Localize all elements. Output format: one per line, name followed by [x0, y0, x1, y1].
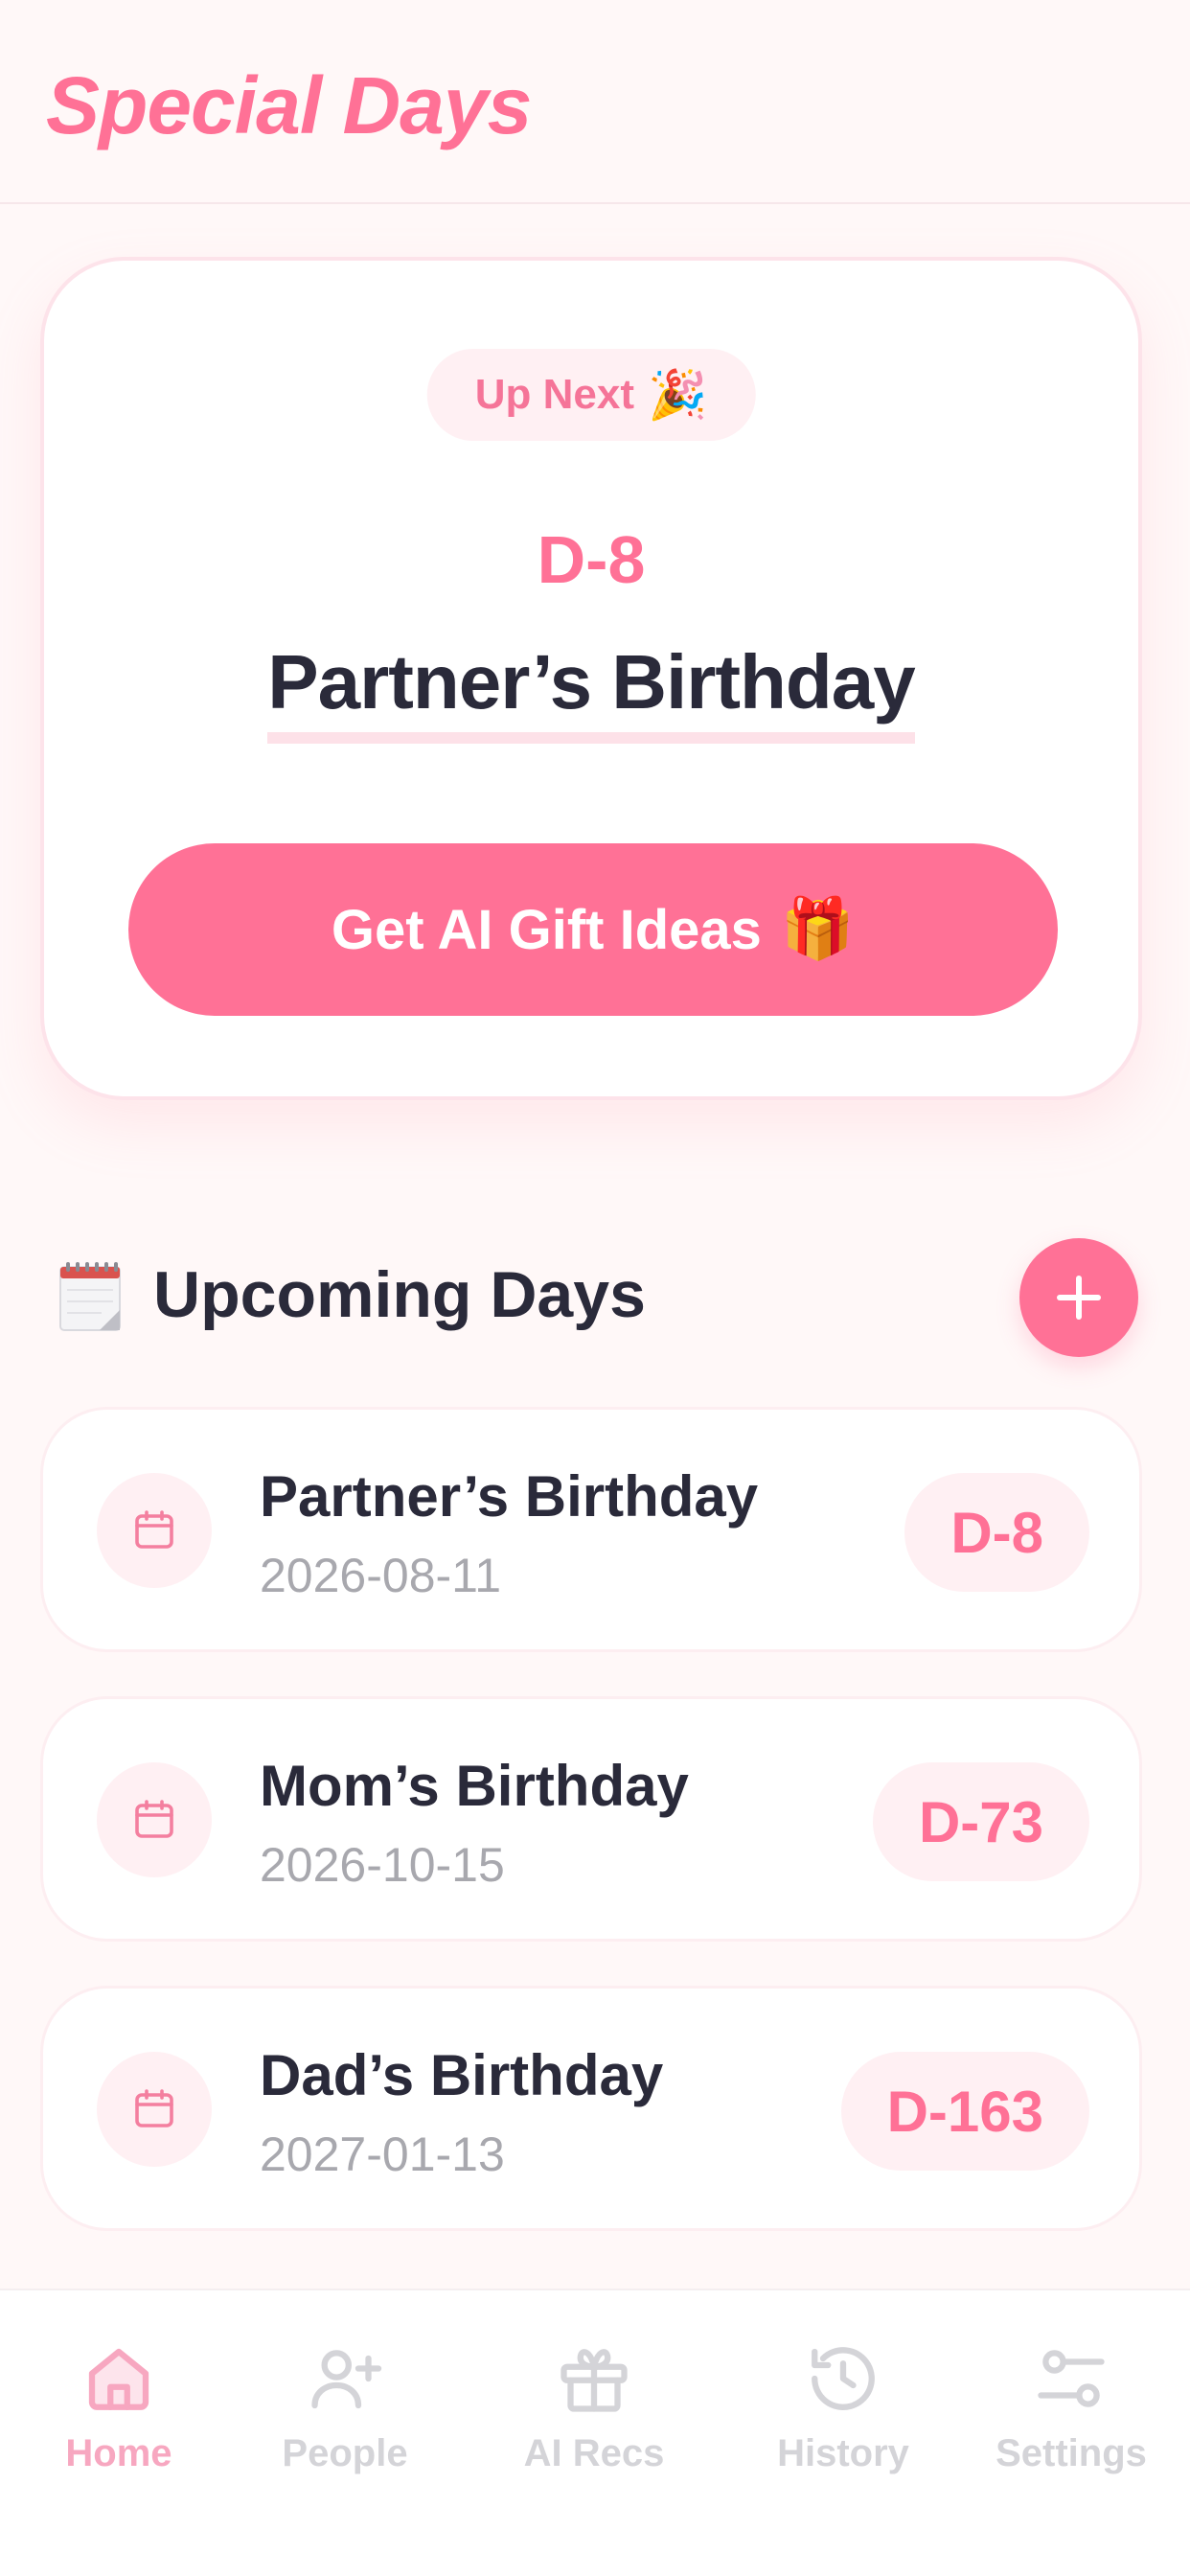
add-day-button[interactable] — [1019, 1238, 1138, 1357]
up-next-event-name: Partner’s Birthday — [267, 638, 916, 744]
up-next-name-wrap: Partner’s Birthday — [44, 638, 1138, 744]
app-title: Special Days — [46, 60, 532, 150]
dday-badge: D-73 — [872, 1762, 1089, 1881]
list-item[interactable]: Dad’s Birthday 2027-01-13 D-163 — [40, 1986, 1142, 2231]
tab-ai-recs[interactable]: AI Recs — [475, 2338, 713, 2511]
event-date: 2026-08-11 — [260, 1549, 502, 1602]
up-next-label: Up Next — [474, 371, 634, 418]
calendar-icon — [135, 1510, 173, 1549]
tab-people[interactable]: People — [226, 2338, 464, 2511]
app-screen: Special Days Up Next 🎉 D-8 Partner’s Bir… — [0, 0, 1190, 2576]
history-icon — [812, 2347, 875, 2410]
cta-label: Get AI Gift Ideas — [331, 898, 762, 961]
tab-label: People — [282, 2432, 408, 2474]
event-date: 2026-10-15 — [260, 1838, 505, 1892]
tab-settings[interactable]: Settings — [952, 2338, 1190, 2511]
event-name: Dad’s Birthday — [260, 2043, 664, 2107]
upcoming-days-header: Upcoming Days — [56, 1238, 1138, 1357]
event-icon-wrap — [97, 1473, 212, 1588]
sliders-icon — [1038, 2350, 1105, 2407]
up-next-dday: D-8 — [537, 522, 646, 597]
tab-label: AI Recs — [523, 2432, 665, 2474]
event-name: Mom’s Birthday — [260, 1754, 689, 1818]
gift-icon — [561, 2349, 628, 2412]
get-ai-gift-ideas-button[interactable]: Get AI Gift Ideas 🎁 — [128, 843, 1058, 1016]
calendar-icon — [59, 1262, 121, 1331]
home-icon — [88, 2348, 149, 2410]
plus-icon — [1057, 1276, 1101, 1320]
event-name: Partner’s Birthday — [260, 1464, 759, 1529]
gift-emoji-icon: 🎁 — [780, 896, 856, 962]
dday-badge: D-8 — [904, 1473, 1089, 1592]
list-item[interactable]: Mom’s Birthday 2026-10-15 D-73 — [40, 1696, 1142, 1942]
tab-history[interactable]: History — [724, 2338, 962, 2511]
party-popper-icon: 🎉 — [647, 368, 708, 422]
calendar-icon — [135, 1800, 173, 1838]
up-next-card[interactable]: Up Next 🎉 D-8 Partner’s Birthday Get AI … — [40, 257, 1142, 1100]
app-header: Special Days — [0, 0, 1190, 204]
tab-label: Settings — [995, 2432, 1147, 2474]
tab-label: History — [777, 2432, 909, 2474]
list-item[interactable]: Partner’s Birthday 2026-08-11 D-8 — [40, 1407, 1142, 1652]
event-icon-wrap — [97, 2052, 212, 2167]
calendar-icon — [135, 2089, 173, 2128]
up-next-badge: Up Next 🎉 — [426, 349, 756, 441]
dday-badge: D-163 — [840, 2052, 1089, 2171]
event-date: 2027-01-13 — [260, 2128, 505, 2181]
event-icon-wrap — [97, 1762, 212, 1877]
tab-label: Home — [65, 2432, 172, 2474]
section-title: Upcoming Days — [153, 1258, 646, 1331]
tab-home[interactable]: Home — [0, 2338, 238, 2511]
add-person-icon — [311, 2350, 382, 2409]
bottom-tab-bar: Home People AI Recs History Settings — [0, 2288, 1190, 2576]
